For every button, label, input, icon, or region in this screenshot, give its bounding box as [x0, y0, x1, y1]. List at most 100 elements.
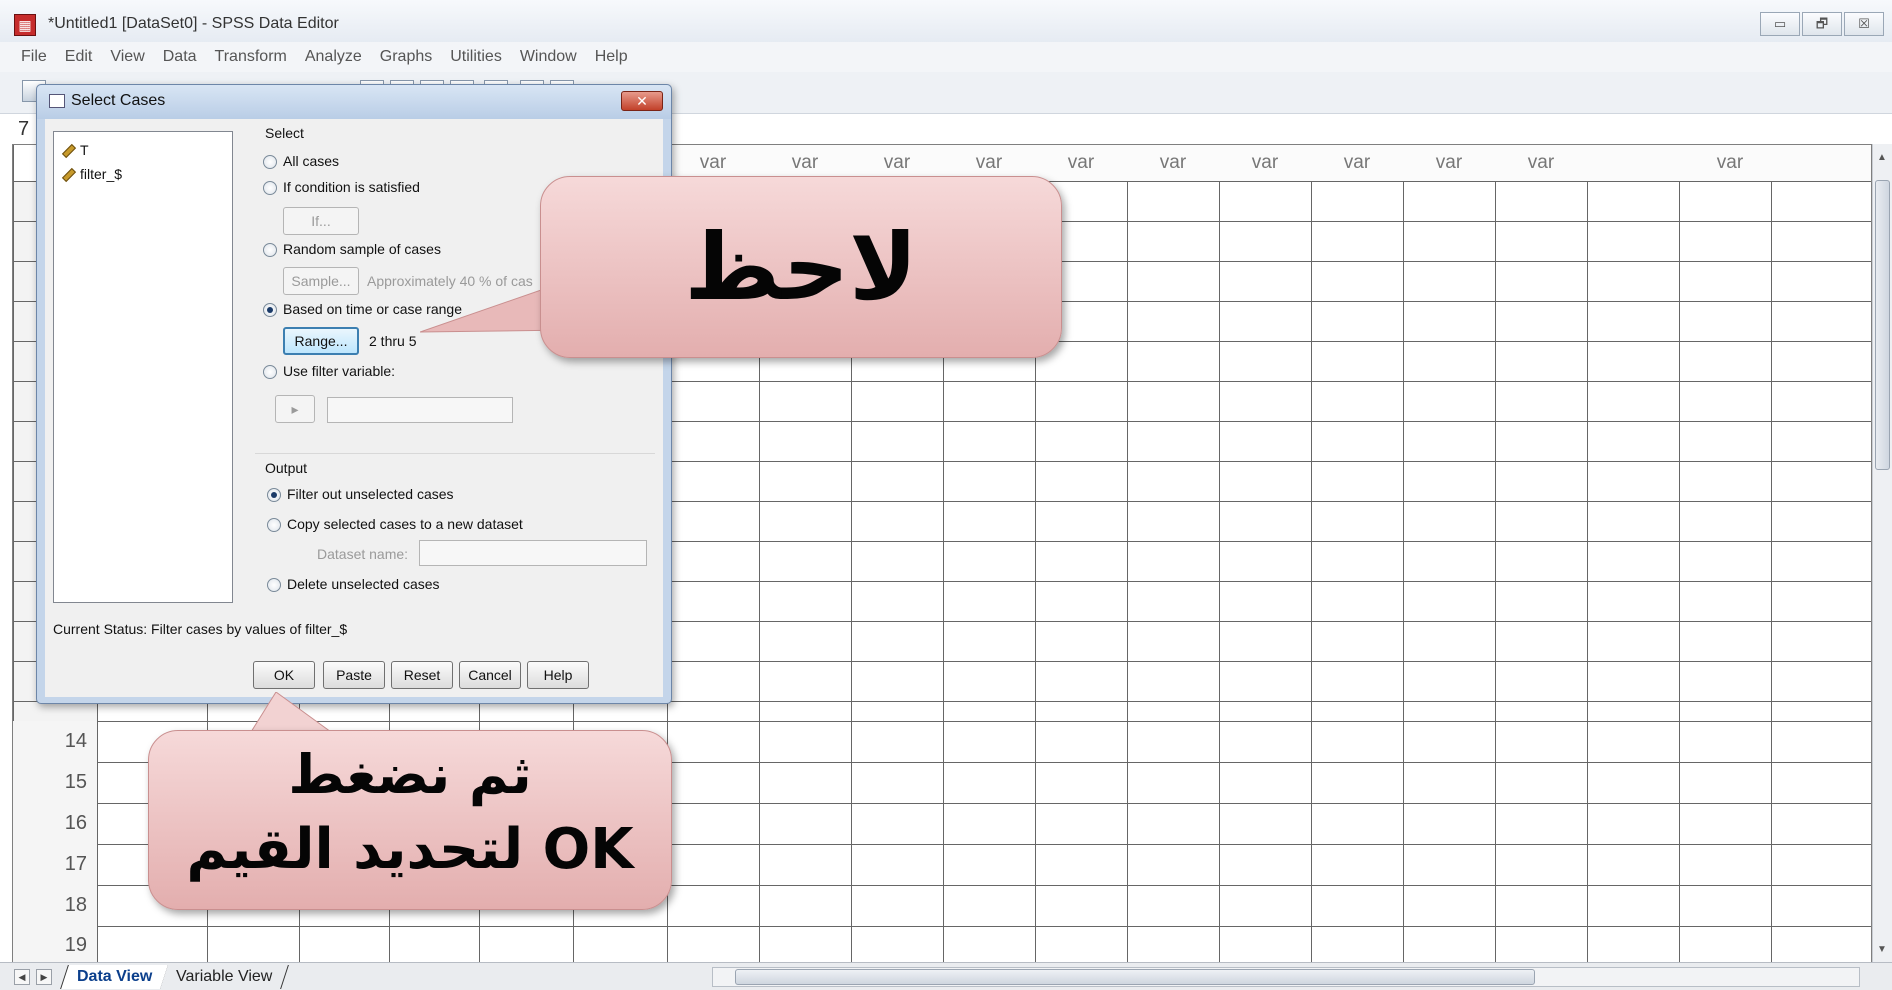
horizontal-scroll-thumb[interactable] [735, 969, 1535, 985]
scroll-down-icon[interactable]: ▼ [1877, 944, 1887, 955]
row-number[interactable]: 16 [13, 803, 97, 844]
menu-analyze[interactable]: Analyze [296, 42, 371, 72]
column-header-var[interactable]: var [1035, 145, 1127, 181]
row-number[interactable]: 14 [13, 721, 97, 762]
all-cases-label: All cases [283, 153, 340, 169]
scale-variable-icon [61, 168, 77, 183]
grid-column-line [1587, 145, 1588, 963]
variable-list[interactable]: T filter_$ [53, 131, 233, 603]
restore-button[interactable]: 🗗 [1802, 12, 1842, 36]
vertical-scroll-thumb[interactable] [1875, 180, 1890, 470]
copy-dataset-radio[interactable] [267, 518, 281, 532]
dialog-title-bar[interactable]: Select Cases ✕ [37, 85, 671, 119]
delete-unselected-label: Delete unselected cases [287, 576, 440, 592]
callout-press-ok-line1: ثم نضغط [288, 743, 532, 806]
column-header-var[interactable]: var [1495, 145, 1587, 181]
dialog-close-button[interactable]: ✕ [621, 91, 663, 111]
spss-app-icon: ▦ [14, 14, 36, 36]
variable-label: filter_$ [80, 166, 123, 182]
window-title: *Untitled1 [DataSet0] - SPSS Data Editor [48, 15, 339, 32]
menu-edit[interactable]: Edit [56, 42, 102, 72]
range-value: 2 thru 5 [369, 333, 417, 349]
tab-next-icon[interactable]: ▶ [36, 969, 52, 985]
grid-column-line [1311, 145, 1312, 963]
range-button[interactable]: Range... [283, 327, 359, 355]
menu-help[interactable]: Help [586, 42, 637, 72]
row-number[interactable]: 15 [13, 762, 97, 803]
column-header-var[interactable]: var [1311, 145, 1403, 181]
column-header-var[interactable]: var [1219, 145, 1311, 181]
grid-column-line [1127, 145, 1128, 963]
reset-button[interactable]: Reset [391, 661, 453, 689]
callout-press-ok: ثم نضغط OK لتحديد القيم [148, 730, 672, 910]
column-header-var[interactable]: var [1127, 145, 1219, 181]
time-range-radio[interactable] [263, 303, 277, 317]
copy-dataset-label: Copy selected cases to a new dataset [287, 516, 523, 532]
callout-notice: لاحظ [540, 176, 1062, 358]
filter-variable-label: Use filter variable: [283, 363, 396, 379]
row-number[interactable]: 19 [13, 926, 97, 963]
cell-reference: 7 [18, 118, 30, 140]
close-window-button[interactable]: ☒ [1844, 12, 1884, 36]
row-number[interactable]: 18 [13, 885, 97, 926]
row-number[interactable]: 17 [13, 844, 97, 885]
all-cases-radio[interactable] [263, 155, 277, 169]
vertical-scrollbar[interactable]: ▲ ▼ [1872, 144, 1892, 964]
menu-bar: File Edit View Data Transform Analyze Graphs Ut… [0, 42, 1892, 72]
grid-row-line [13, 926, 1871, 927]
minimize-button[interactable]: ▭ [1760, 12, 1800, 36]
variable-label: T [80, 142, 89, 158]
select-heading: Select [265, 125, 304, 141]
paste-button[interactable]: Paste [323, 661, 385, 689]
filter-out-radio[interactable] [267, 488, 281, 502]
grid-column-line [1495, 145, 1496, 963]
help-button[interactable]: Help [527, 661, 589, 689]
filter-variable-field[interactable] [327, 397, 513, 423]
callout-press-ok-line2: OK لتحديد القيم [186, 817, 634, 882]
variable-item[interactable]: T [61, 142, 89, 159]
random-sample-label: Random sample of cases [283, 241, 441, 257]
dialog-title: Select Cases [71, 92, 166, 109]
menu-transform[interactable]: Transform [206, 42, 296, 72]
tab-data-view-label: Data View [77, 968, 153, 985]
tab-variable-view[interactable]: Variable View [160, 965, 290, 989]
random-sample-radio[interactable] [263, 243, 277, 257]
filter-variable-radio[interactable] [263, 365, 277, 379]
ok-button[interactable]: OK [253, 661, 315, 689]
menu-view[interactable]: View [101, 42, 153, 72]
grid-column-line [1219, 145, 1220, 963]
horizontal-scrollbar[interactable] [712, 967, 1860, 987]
dataset-name-label: Dataset name: [317, 546, 409, 562]
if-condition-label: If condition is satisfied [283, 179, 420, 195]
current-status: Current Status: Filter cases by values o… [53, 621, 348, 637]
callout-notice-text: لاحظ [684, 214, 918, 321]
if-condition-radio[interactable] [263, 181, 277, 195]
dialog-icon [49, 94, 65, 108]
grid-column-line [1403, 145, 1404, 963]
grid-column-line [1771, 145, 1772, 963]
menu-utilities[interactable]: Utilities [441, 42, 511, 72]
column-header-var[interactable]: var [1587, 145, 1871, 181]
filter-out-label: Filter out unselected cases [287, 486, 454, 502]
dataset-name-field[interactable] [419, 540, 647, 566]
tab-prev-icon[interactable]: ◀ [14, 969, 30, 985]
sheet-tab-bar: ◀ ▶ Data View Variable View [0, 962, 1892, 990]
cancel-button[interactable]: Cancel [459, 661, 521, 689]
scroll-up-icon[interactable]: ▲ [1877, 152, 1887, 163]
menu-data[interactable]: Data [154, 42, 206, 72]
output-heading: Output [265, 460, 308, 476]
if-button[interactable]: If... [283, 207, 359, 235]
tab-data-view[interactable]: Data View [60, 965, 170, 989]
menu-window[interactable]: Window [511, 42, 586, 72]
grid-column-line [1679, 145, 1680, 963]
filter-move-arrow-button[interactable]: ▸ [275, 395, 315, 423]
tab-variable-view-label: Variable View [176, 968, 273, 985]
sample-button[interactable]: Sample... [283, 267, 359, 295]
delete-unselected-radio[interactable] [267, 578, 281, 592]
output-group: Output Filter out unselected cases Copy … [255, 453, 655, 599]
menu-graphs[interactable]: Graphs [371, 42, 441, 72]
column-header-var[interactable]: var [1403, 145, 1495, 181]
variable-item[interactable]: filter_$ [61, 166, 123, 183]
menu-file[interactable]: File [12, 42, 56, 72]
scale-variable-icon [61, 144, 77, 159]
